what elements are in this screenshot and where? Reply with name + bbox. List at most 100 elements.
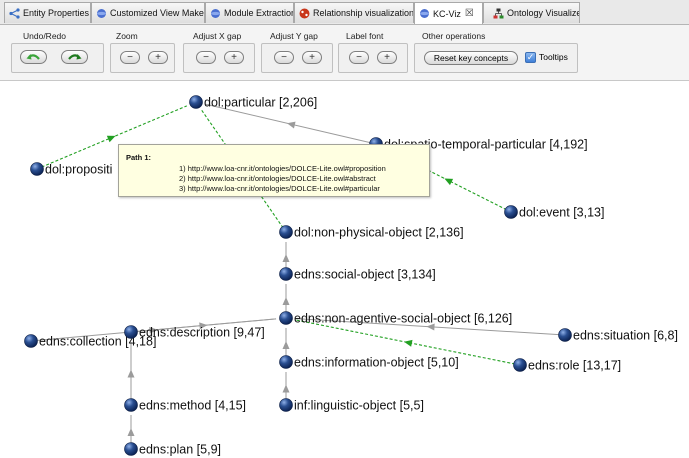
hierarchy-icon — [492, 7, 504, 19]
node-sphere-icon[interactable] — [30, 162, 44, 176]
node-sphere-icon[interactable] — [24, 334, 38, 348]
adjust-y-gap-box: − + — [261, 43, 333, 73]
node-sphere-icon[interactable] — [279, 225, 293, 239]
redo-icon — [68, 54, 82, 60]
tab-ontology-visualizer[interactable]: Ontology Visualizer — [483, 2, 580, 23]
toolbar: Undo/Redo Zoom − + Adjust X gap − + Adju… — [0, 25, 689, 81]
node-label[interactable]: dol:particular [2,206] — [204, 96, 317, 110]
tooltip-line: 1) http://www.loa-cnr.it/ontologies/DOLC… — [179, 164, 386, 173]
zoom-group: Zoom − + — [110, 26, 175, 78]
node-npo[interactable]: dol:non-physical-object [2,136] — [279, 225, 464, 240]
node-label[interactable]: edns:non-agentive-social-object [6,126] — [294, 312, 512, 326]
tooltip-title: Path 1: — [126, 153, 152, 162]
red-graph-icon — [298, 7, 310, 19]
tab-entity-properties[interactable]: Entity Properties — [4, 2, 91, 23]
reset-key-concepts-button[interactable]: Reset key concepts — [424, 51, 518, 65]
font-increase-button[interactable]: + — [377, 51, 397, 64]
tab-label: Module Extraction — [224, 8, 293, 18]
node-label[interactable]: edns:description [9,47] — [139, 326, 265, 340]
node-linguistic[interactable]: inf:linguistic-object [5,5] — [279, 398, 424, 413]
share-icon — [8, 7, 20, 19]
node-plan[interactable]: edns:plan [5,9] — [124, 442, 222, 457]
node-social[interactable]: edns:social-object [3,134] — [279, 267, 436, 282]
tab-module-extraction[interactable]: Module Extraction — [205, 2, 294, 23]
node-label[interactable]: edns:social-object [3,134] — [294, 268, 436, 282]
undo-redo-label: Undo/Redo — [23, 31, 67, 41]
zoom-box: − + — [110, 43, 175, 73]
node-sphere-icon[interactable] — [124, 398, 138, 412]
node-situation[interactable]: edns:situation [6,8] — [558, 328, 678, 343]
node-sphere-icon[interactable] — [513, 358, 527, 372]
tab-label: Customized View Maker — [110, 8, 204, 18]
node-label[interactable]: dol:event [3,13] — [519, 206, 604, 220]
tab-relationship-visualization[interactable]: Relationship visualization — [294, 2, 414, 23]
zoom-out-button[interactable]: − — [120, 51, 140, 64]
node-label[interactable]: edns:plan [5,9] — [139, 443, 221, 457]
node-label[interactable]: inf:linguistic-object [5,5] — [294, 399, 424, 413]
node-label[interactable]: edns:method [4,15] — [139, 399, 246, 413]
adjust-y-gap-group: Adjust Y gap − + — [261, 26, 333, 78]
node-sphere-icon[interactable] — [124, 325, 138, 339]
adjust-y-gap-label: Adjust Y gap — [270, 31, 318, 41]
adjust-x-gap-group: Adjust X gap − + — [183, 26, 255, 78]
node-sphere-icon[interactable] — [279, 311, 293, 325]
concept-graph: dol:particular [2,206]dol:spatio-tempora… — [24, 95, 678, 457]
arrow-head-icon — [282, 297, 290, 305]
label-font-group: Label font − + — [338, 26, 408, 78]
tooltips-checkbox[interactable]: ✓ — [525, 52, 536, 63]
node-particular[interactable]: dol:particular [2,206] — [189, 95, 318, 110]
tab-customized-view-maker[interactable]: Customized View Maker — [91, 2, 205, 23]
arrow-head-icon — [282, 384, 290, 393]
y-gap-increase-button[interactable]: + — [302, 51, 322, 64]
close-icon[interactable]: ☒ — [465, 8, 474, 19]
y-gap-decrease-button[interactable]: − — [274, 51, 294, 64]
path-tooltip: Path 1: 1) http://www.loa-cnr.it/ontolog… — [118, 144, 430, 197]
x-gap-increase-button[interactable]: + — [224, 51, 244, 64]
node-sphere-icon[interactable] — [189, 95, 203, 109]
arrow-head-icon — [282, 341, 290, 349]
redo-button[interactable] — [61, 50, 88, 64]
arrow-head-icon — [286, 121, 296, 129]
other-operations-box: Reset key concepts ✓ Tooltips — [414, 43, 578, 73]
node-label[interactable]: edns:information-object [5,10] — [294, 356, 459, 370]
node-method[interactable]: edns:method [4,15] — [124, 398, 247, 413]
adjust-x-gap-label: Adjust X gap — [193, 31, 242, 41]
node-event[interactable]: dol:event [3,13] — [504, 205, 605, 220]
node-label[interactable]: dol:propositi — [45, 163, 112, 177]
graph-canvas[interactable]: dol:particular [2,206] dol:spatio-tempora… — [0, 81, 689, 458]
node-sphere-icon[interactable] — [279, 355, 293, 369]
undo-redo-group: Undo/Redo — [11, 26, 104, 78]
tab-kc-viz[interactable]: KC-Viz ☒ — [414, 2, 483, 24]
node-proposition[interactable]: dol:propositi — [30, 162, 113, 177]
node-label[interactable]: edns:situation [6,8] — [573, 329, 678, 343]
zoom-in-button[interactable]: + — [148, 51, 168, 64]
arrow-head-icon — [282, 254, 290, 262]
node-label[interactable]: edns:role [13,17] — [528, 359, 621, 373]
label-font-box: − + — [338, 43, 408, 73]
font-decrease-button[interactable]: − — [349, 51, 369, 64]
tab-label: Relationship visualization — [313, 8, 413, 18]
node-description[interactable]: edns:description [9,47] — [124, 325, 265, 340]
node-sphere-icon[interactable] — [279, 398, 293, 412]
node-sphere-icon[interactable] — [279, 267, 293, 281]
node-collection[interactable]: edns:collection [4,18] — [24, 334, 157, 349]
node-infobj[interactable]: edns:information-object [5,10] — [279, 355, 459, 370]
undo-button[interactable] — [20, 50, 47, 64]
zoom-label: Zoom — [116, 31, 138, 41]
node-sphere-icon[interactable] — [504, 205, 518, 219]
blue-sphere-icon — [418, 8, 430, 20]
arrow-head-icon — [403, 339, 413, 347]
tooltips-label: Tooltips — [539, 52, 568, 62]
label-font-label: Label font — [346, 31, 384, 41]
node-role[interactable]: edns:role [13,17] — [513, 358, 622, 373]
arrow-head-icon — [127, 428, 135, 436]
tooltip-line: 3) http://www.loa-cnr.it/ontologies/DOLC… — [179, 184, 380, 193]
tab-label: Ontology Visualizer — [507, 8, 579, 18]
node-sphere-icon[interactable] — [124, 442, 138, 456]
node-sphere-icon[interactable] — [558, 328, 572, 342]
blue-sphere-icon — [209, 7, 221, 19]
node-label[interactable]: dol:non-physical-object [2,136] — [294, 226, 464, 240]
adjust-x-gap-box: − + — [183, 43, 255, 73]
x-gap-decrease-button[interactable]: − — [196, 51, 216, 64]
node-nason[interactable]: edns:non-agentive-social-object [6,126] — [279, 311, 513, 326]
